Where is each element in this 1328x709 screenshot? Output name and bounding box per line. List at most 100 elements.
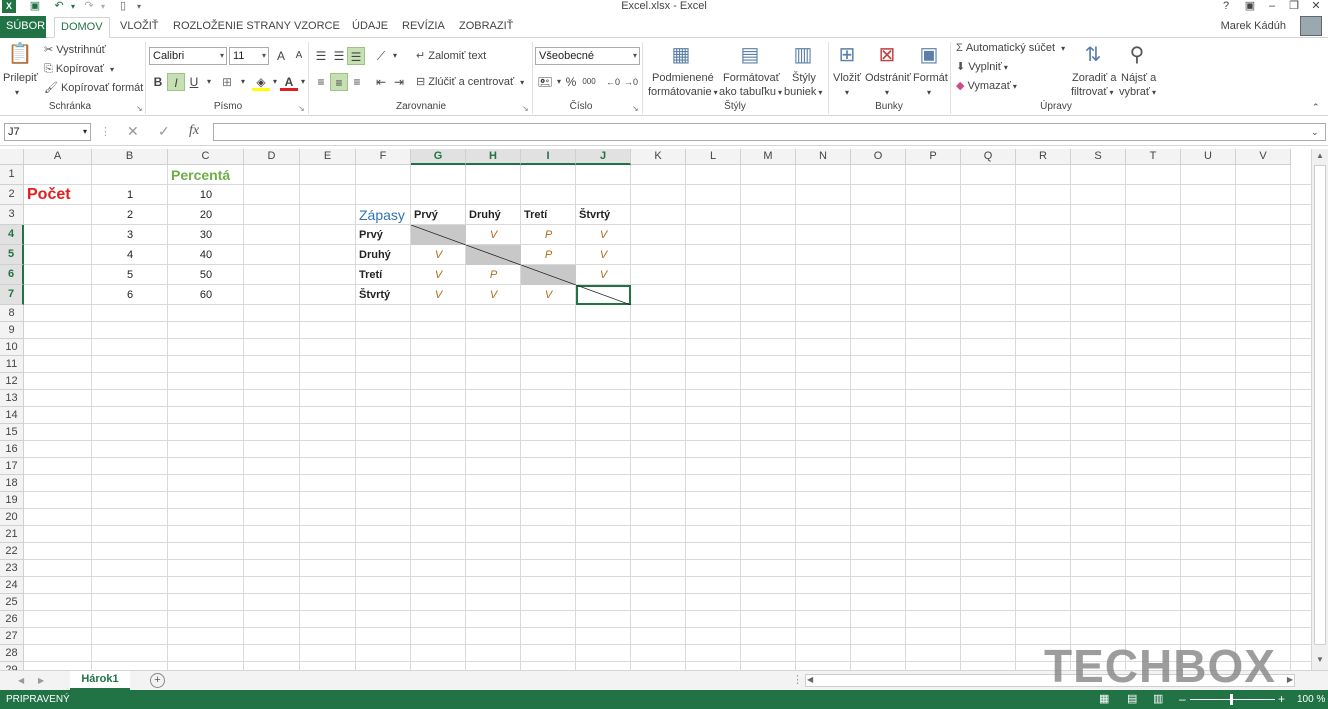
cell-b7[interactable]: 6 [92, 285, 168, 305]
column-header-d[interactable]: D [244, 149, 300, 165]
selected-cell-j7[interactable] [576, 285, 631, 305]
row-header-5[interactable]: 5 [0, 245, 24, 265]
page-layout-view-icon[interactable]: ▤ [1127, 690, 1137, 709]
row-header-15[interactable]: 15 [0, 424, 24, 441]
format-as-table-icon[interactable]: ▤ [737, 42, 763, 67]
column-header-t[interactable]: T [1126, 149, 1181, 165]
number-launcher-icon[interactable]: ↘ [632, 104, 639, 113]
tab-view[interactable]: ZOBRAZIŤ [453, 17, 519, 38]
decrease-indent-icon[interactable]: ⇤ [372, 73, 390, 91]
scroll-right-icon[interactable]: ▶ [1287, 675, 1293, 684]
decrease-decimal-icon[interactable]: →0 [622, 73, 640, 91]
scroll-left-icon[interactable]: ◀ [807, 675, 813, 684]
align-center-icon[interactable]: ≡ [330, 73, 348, 91]
font-name-combo[interactable]: Calibri ▾ [149, 47, 227, 65]
tab-review[interactable]: REVÍZIA [396, 17, 451, 38]
row-header-1[interactable]: 1 [0, 165, 24, 185]
delete-cells-button[interactable]: Odstrániť [865, 72, 911, 85]
row-header-4[interactable]: 4 [0, 225, 24, 245]
sort-filter-line2[interactable]: filtrovať ▾ [1071, 86, 1114, 99]
font-size-combo[interactable]: 11 ▾ [229, 47, 269, 65]
sort-filter-icon[interactable]: ⇅ [1080, 42, 1106, 67]
row-header-14[interactable]: 14 [0, 407, 24, 424]
vertical-scroll-thumb[interactable] [1314, 165, 1326, 645]
insert-cells-button[interactable]: Vložiť [833, 72, 861, 85]
add-sheet-icon[interactable]: + [150, 673, 165, 688]
grow-font-icon[interactable]: A [272, 47, 290, 65]
conditional-formatting-icon[interactable]: ▦ [668, 42, 694, 67]
underline-dropdown-icon[interactable]: ▾ [200, 73, 218, 91]
cell-c6[interactable]: 50 [168, 265, 244, 285]
format-as-table-line1[interactable]: Formátovať [723, 72, 780, 85]
row-header-9[interactable]: 9 [0, 322, 24, 339]
column-header-c[interactable]: C [168, 149, 244, 165]
scroll-up-icon[interactable]: ▲ [1313, 151, 1327, 163]
scroll-down-icon[interactable]: ▼ [1313, 655, 1327, 667]
restore-icon[interactable]: ❐ [1284, 0, 1304, 13]
team-header-col-3[interactable]: Tretí [521, 205, 576, 225]
cancel-icon[interactable]: ✕ [127, 124, 139, 138]
zoom-in-icon[interactable]: + [1278, 690, 1285, 709]
cell-c5[interactable]: 40 [168, 245, 244, 265]
align-middle-icon[interactable]: ☰ [330, 47, 348, 65]
conditional-formatting-line1[interactable]: Podmienené [652, 72, 714, 85]
row-header-20[interactable]: 20 [0, 509, 24, 526]
cell-c7[interactable]: 60 [168, 285, 244, 305]
split-handle-icon[interactable]: ⋮ [792, 674, 803, 687]
tab-data[interactable]: ÚDAJE [346, 17, 394, 38]
copy-button[interactable]: ⎘ Kopírovať ▾ [44, 63, 114, 76]
delete-dropdown-icon[interactable]: ▾ [885, 86, 889, 99]
cell-b5[interactable]: 4 [92, 245, 168, 265]
team-header-col-2[interactable]: Druhý [466, 205, 521, 225]
find-select-line1[interactable]: Nájsť a [1121, 72, 1156, 85]
column-header-k[interactable]: K [631, 149, 686, 165]
font-color-dropdown-icon[interactable]: ▾ [294, 73, 312, 91]
result-cell[interactable]: V [466, 225, 521, 245]
tab-home[interactable]: DOMOV [54, 17, 110, 38]
insert-dropdown-icon[interactable]: ▾ [845, 86, 849, 99]
copy-dropdown-icon[interactable]: ▾ [110, 65, 114, 74]
cell-styles-line1[interactable]: Štýly [792, 72, 816, 85]
sort-filter-line1[interactable]: Zoradiť a [1072, 72, 1116, 85]
vertical-scrollbar[interactable]: ▲ ▼ [1311, 149, 1328, 670]
percenta-label[interactable]: Percentá [168, 165, 244, 185]
close-icon[interactable]: ✕ [1306, 0, 1326, 13]
sheet-tab[interactable]: Hárok1 [70, 671, 130, 690]
clipboard-launcher-icon[interactable]: ↘ [136, 104, 143, 113]
column-header-h[interactable]: H [466, 149, 521, 165]
row-header-25[interactable]: 25 [0, 594, 24, 611]
result-cell[interactable]: V [411, 265, 466, 285]
row-header-11[interactable]: 11 [0, 356, 24, 373]
result-cell[interactable]: V [576, 265, 631, 285]
row-header-16[interactable]: 16 [0, 441, 24, 458]
alignment-launcher-icon[interactable]: ↘ [522, 104, 529, 113]
row-header-26[interactable]: 26 [0, 611, 24, 628]
fill-button[interactable]: ⬇ Vyplniť ▾ [956, 61, 1008, 74]
row-header-29[interactable]: 29 [0, 662, 24, 670]
percent-style-button[interactable]: % [562, 73, 580, 91]
diagonal-cell[interactable] [521, 265, 576, 285]
clear-dropdown-icon[interactable]: ▾ [1013, 82, 1017, 91]
format-cells-icon[interactable]: ▣ [916, 42, 942, 67]
row-header-17[interactable]: 17 [0, 458, 24, 475]
bold-button[interactable]: B [149, 73, 167, 91]
expand-formula-bar-icon[interactable]: ⌄ [1311, 126, 1319, 139]
column-header-q[interactable]: Q [961, 149, 1016, 165]
normal-view-icon[interactable]: ▦ [1099, 690, 1109, 709]
paste-dropdown-icon[interactable]: ▾ [15, 86, 19, 99]
select-all-corner[interactable] [0, 149, 24, 165]
collapse-ribbon-icon[interactable]: ⌃ [1312, 101, 1320, 114]
column-header-s[interactable]: S [1071, 149, 1126, 165]
column-header-b[interactable]: B [92, 149, 168, 165]
result-cell[interactable]: P [521, 225, 576, 245]
row-header-22[interactable]: 22 [0, 543, 24, 560]
zoom-slider-thumb[interactable] [1230, 694, 1233, 705]
autosum-button[interactable]: Σ Automatický súčet ▾ [956, 42, 1065, 55]
increase-indent-icon[interactable]: ⇥ [390, 73, 408, 91]
cell-b2[interactable]: 1 [92, 185, 168, 205]
column-header-v[interactable]: V [1236, 149, 1291, 165]
borders-dropdown-icon[interactable]: ▾ [234, 73, 252, 91]
column-header-e[interactable]: E [300, 149, 356, 165]
comma-style-button[interactable]: 000 [580, 73, 598, 91]
diagonal-cell[interactable] [411, 225, 466, 245]
